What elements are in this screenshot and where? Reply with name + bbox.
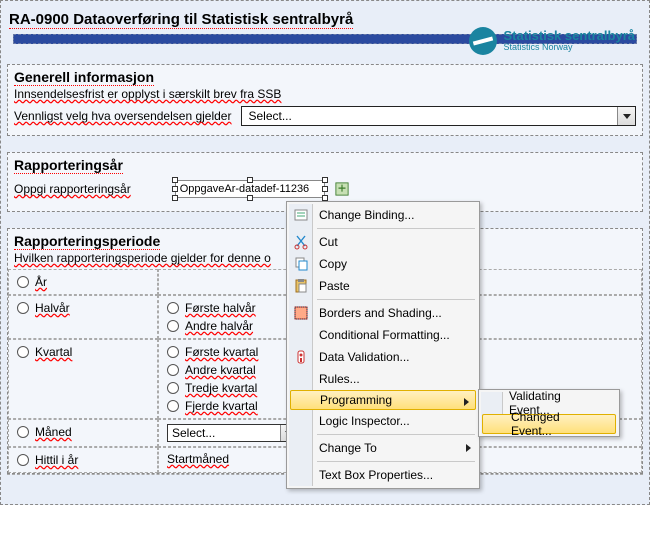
menu-change-binding[interactable]: Change Binding... (289, 204, 477, 226)
month-select[interactable]: Select... (167, 424, 297, 442)
validation-icon (293, 349, 309, 365)
brand-name: Statistisk sentralbyrå (503, 29, 635, 43)
section-general: Generell informasjon Innsendelsesfrist e… (7, 64, 643, 136)
brand-subtitle: Statistics Norway (503, 43, 635, 53)
submenu-changed-event[interactable]: Changed Event... (482, 414, 616, 434)
row-quarter-label-cell: Kvartal (8, 339, 158, 419)
menu-copy[interactable]: Copy (289, 253, 477, 275)
period-subtitle: Hvilken rapporteringsperiode gjelder for… (14, 251, 271, 265)
row-month-label-cell: Måned (8, 419, 158, 447)
menu-conditional-formatting[interactable]: Conditional Formatting... (289, 324, 477, 346)
programming-submenu[interactable]: Validating Event... Changed Event... (478, 389, 620, 437)
ytd-value: Startmåned (167, 452, 229, 466)
radio-half[interactable]: Halvår (17, 300, 70, 316)
copy-icon (293, 256, 309, 272)
section-period-heading: Rapporteringsperiode (14, 233, 160, 250)
general-info-text: Innsendelsesfrist er opplyst i særskilt … (14, 85, 636, 103)
radio-year[interactable]: År (17, 274, 47, 290)
menu-change-to[interactable]: Change To (289, 437, 477, 459)
binding-icon (293, 207, 309, 223)
radio-half-2[interactable]: Andre halvår (167, 318, 253, 334)
form-header: RA-0900 Dataoverføring til Statistisk se… (1, 1, 649, 48)
radio-ytd[interactable]: Hittil i år (17, 452, 78, 468)
context-menu[interactable]: Change Binding... Cut Copy Paste Borders… (286, 201, 480, 489)
radio-q4[interactable]: Fjerde kvartal (167, 398, 258, 414)
select-value: Select... (248, 109, 291, 123)
row-year-label-cell: År (8, 269, 158, 295)
menu-paste[interactable]: Paste (289, 275, 477, 297)
paste-icon (293, 278, 309, 294)
binding-expression: OppgaveAr-datadef-11236 (180, 183, 309, 195)
radio-month[interactable]: Måned (17, 424, 72, 440)
section-general-heading: Generell informasjon (14, 69, 154, 86)
radio-half-1[interactable]: Første halvår (167, 300, 256, 316)
oversendelse-select[interactable]: Select... (241, 106, 636, 126)
submenu-arrow-icon (464, 398, 469, 406)
smart-tag-icon[interactable] (335, 182, 349, 196)
row-half-label-cell: Halvår (8, 295, 158, 339)
menu-data-validation[interactable]: Data Validation... (289, 346, 477, 368)
menu-textbox-properties[interactable]: Text Box Properties... (289, 464, 477, 486)
row-ytd-label-cell: Hittil i år (8, 447, 158, 473)
menu-programming[interactable]: Programming (290, 390, 476, 410)
radio-q1[interactable]: Første kvartal (167, 344, 258, 360)
radio-q3[interactable]: Tredje kvartal (167, 380, 257, 396)
section-year-heading: Rapporteringsår (14, 157, 123, 174)
logo-mark-icon (469, 27, 497, 55)
form-title: RA-0900 Dataoverføring til Statistisk se… (9, 11, 353, 29)
menu-rules[interactable]: Rules... (289, 368, 477, 390)
radio-quarter[interactable]: Kvartal (17, 344, 72, 360)
year-label: Oppgi rapporteringsår (14, 182, 131, 196)
submenu-arrow-icon (466, 444, 471, 452)
select-label: Vennligst velg hva oversendelsen gjelder (14, 109, 231, 123)
menu-logic-inspector[interactable]: Logic Inspector... (289, 410, 477, 432)
brand-logo: Statistisk sentralbyrå Statistics Norway (469, 27, 635, 55)
borders-icon (293, 305, 309, 321)
menu-borders[interactable]: Borders and Shading... (289, 302, 477, 324)
chevron-down-icon (623, 114, 631, 119)
cut-icon (293, 234, 309, 250)
radio-q2[interactable]: Andre kvartal (167, 362, 256, 378)
dropdown-button[interactable] (617, 107, 635, 125)
menu-cut[interactable]: Cut (289, 231, 477, 253)
year-textbox-control[interactable]: OppgaveAr-datadef-11236 (175, 180, 325, 198)
